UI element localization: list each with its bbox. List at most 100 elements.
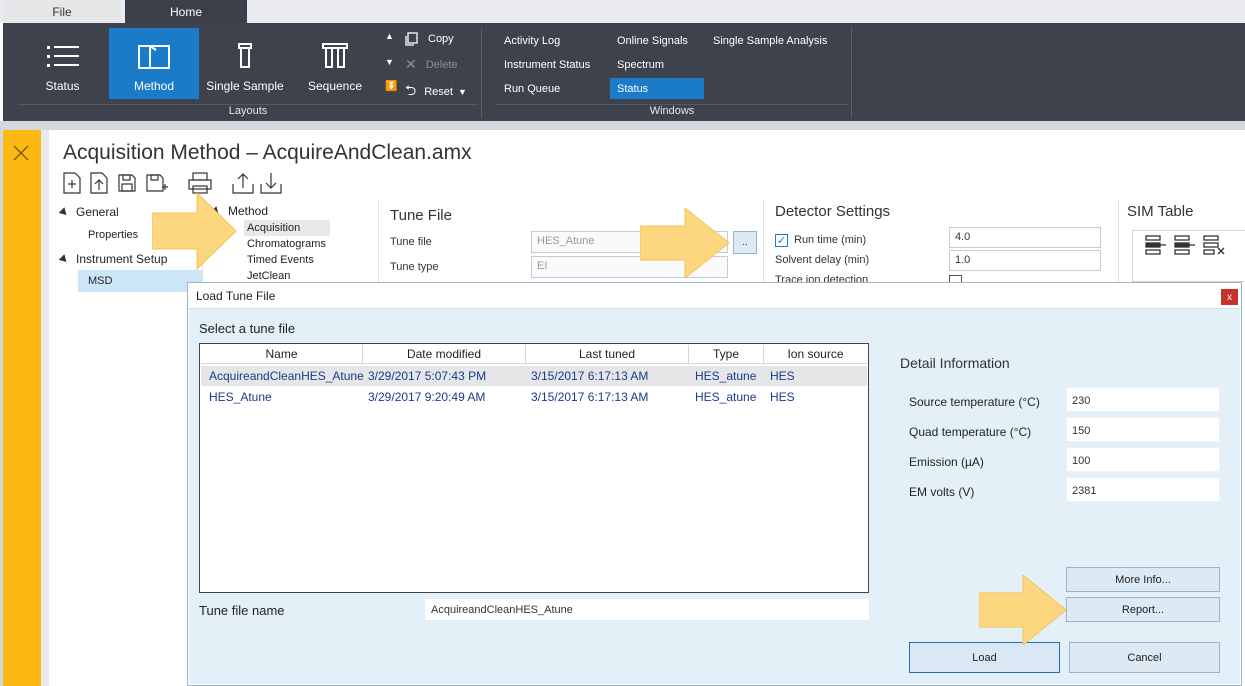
source-temperature-label: Source temperature (°C): [909, 395, 1040, 409]
window-run-queue[interactable]: Run Queue: [500, 78, 560, 99]
quad-temperature-label: Quad temperature (°C): [909, 425, 1032, 439]
reset-button[interactable]: ⮌ Reset ▼: [405, 80, 467, 104]
cancel-button[interactable]: Cancel: [1069, 642, 1220, 673]
tune-file-label: Tune file: [390, 236, 432, 248]
em-volts-label: EM volts (V): [909, 485, 975, 499]
method-jetclean[interactable]: JetClean: [247, 270, 290, 282]
group-label-layouts: Layouts: [18, 104, 478, 119]
save-as-icon[interactable]: [146, 172, 168, 192]
sim-table-heading: SIM Table: [1127, 203, 1194, 220]
expand-triangle-icon: [58, 207, 70, 218]
source-temperature-value: 230: [1066, 387, 1220, 412]
add-row-icon[interactable]: [1145, 235, 1167, 255]
detector-settings-heading: Detector Settings: [775, 203, 891, 220]
nav-properties[interactable]: Properties: [88, 229, 138, 241]
vial-icon: [238, 43, 252, 68]
copy-button[interactable]: Copy: [405, 32, 454, 46]
vial-rack-icon: [322, 43, 348, 68]
method-chromatograms[interactable]: Chromatograms: [247, 238, 326, 250]
tune-file-name-label: Tune file name: [199, 603, 285, 618]
delete-label: Delete: [425, 58, 458, 71]
window-single-sample-analysis[interactable]: Single Sample Analysis: [709, 30, 827, 51]
callout-arrow-icon: [640, 208, 730, 278]
layout-sequence-label: Sequence: [307, 79, 363, 93]
delete-x-icon: ✕: [405, 56, 417, 72]
sim-table-toolbar: [1132, 230, 1245, 282]
expand-triangle-icon: [58, 254, 70, 265]
column-header-date-modified[interactable]: Date modified: [363, 345, 526, 364]
cell-type: HES_atune: [695, 390, 757, 404]
layout-method-button[interactable]: Method: [109, 28, 199, 99]
dialog-titlebar: [188, 283, 1241, 309]
layout-method-label: Method: [133, 79, 175, 93]
import-icon[interactable]: [260, 172, 282, 194]
ribbon-expand-icon[interactable]: ⏬: [385, 81, 397, 92]
ribbon-scroll-down-icon[interactable]: ▼: [385, 57, 394, 67]
table-row[interactable]: AcquireandCleanHES_Atune 3/29/2017 5:07:…: [201, 366, 867, 386]
reset-label: Reset: [424, 86, 453, 98]
group-label-windows: Windows: [496, 104, 848, 119]
nav-msd[interactable]: MSD: [88, 275, 112, 287]
load-tune-file-dialog: Load Tune File x Select a tune file Name…: [187, 282, 1242, 686]
column-header-last-tuned[interactable]: Last tuned: [526, 345, 689, 364]
column-header-ion-source[interactable]: Ion source: [764, 345, 867, 364]
tune-file-name-field[interactable]: AcquireandCleanHES_Atune: [424, 598, 870, 621]
list-icon: [46, 46, 79, 67]
column-header-name[interactable]: Name: [201, 345, 363, 364]
ribbon: Status Method Single Sample Sequence ▲ ▼…: [3, 23, 1245, 121]
insert-row-icon[interactable]: [1174, 235, 1196, 255]
emission-value: 100: [1066, 447, 1220, 472]
run-time-checkbox[interactable]: ✓: [775, 234, 788, 247]
close-icon[interactable]: [12, 144, 30, 162]
run-time-field[interactable]: 4.0: [949, 227, 1101, 248]
run-time-label: Run time (min): [794, 234, 867, 246]
page-title: Acquisition Method – AcquireAndClean.amx: [63, 141, 472, 164]
nav-general[interactable]: General: [58, 205, 119, 219]
table-row[interactable]: HES_Atune 3/29/2017 9:20:49 AM 3/15/2017…: [201, 387, 867, 407]
detail-information-heading: Detail Information: [900, 355, 1010, 371]
ribbon-scroll-up-icon[interactable]: ▲: [385, 31, 394, 41]
ribbon-tab-bar: File Home: [0, 0, 1245, 23]
layout-single-sample-button[interactable]: Single Sample: [201, 28, 289, 99]
delete-row-icon[interactable]: [1203, 235, 1225, 255]
column-header-type[interactable]: Type: [689, 345, 764, 364]
dialog-title: Load Tune File: [196, 289, 276, 303]
tab-home[interactable]: Home: [125, 0, 247, 23]
delete-button[interactable]: ✕ Delete: [405, 56, 458, 73]
print-icon[interactable]: [188, 172, 212, 194]
panel-close-strip: [3, 130, 41, 686]
cell-name: AcquireandCleanHES_Atune: [209, 369, 364, 383]
trace-ion-detection-label: Trace ion detection: [775, 274, 869, 282]
tune-file-list[interactable]: Name Date modified Last tuned Type Ion s…: [199, 343, 869, 593]
new-file-icon[interactable]: [63, 172, 81, 194]
solvent-delay-field[interactable]: 1.0: [949, 250, 1101, 271]
export-icon[interactable]: [232, 172, 254, 194]
select-tune-file-prompt: Select a tune file: [199, 321, 296, 336]
layout-sequence-button[interactable]: Sequence: [295, 28, 375, 99]
layout-single-sample-label: Single Sample: [206, 79, 284, 93]
report-button[interactable]: Report...: [1066, 597, 1220, 622]
layout-status-button[interactable]: Status: [20, 28, 105, 99]
cell-ion-source: HES: [770, 390, 795, 404]
dialog-close-button[interactable]: x: [1221, 289, 1238, 305]
window-online-signals[interactable]: Online Signals: [613, 30, 688, 51]
window-spectrum[interactable]: Spectrum: [613, 54, 664, 75]
window-instrument-status[interactable]: Instrument Status: [500, 54, 590, 75]
open-file-icon[interactable]: [90, 172, 108, 194]
trace-ion-checkbox[interactable]: [949, 275, 962, 282]
save-icon[interactable]: [118, 172, 136, 192]
browse-tune-file-button[interactable]: ..: [733, 231, 757, 254]
callout-arrow-icon: [152, 193, 237, 270]
more-info-button[interactable]: More Info...: [1066, 567, 1220, 592]
cell-ion-source: HES: [770, 369, 795, 383]
tab-file[interactable]: File: [3, 0, 121, 23]
load-button[interactable]: Load: [909, 642, 1060, 673]
emission-label: Emission (µA): [909, 455, 984, 469]
ribbon-separator: [481, 28, 482, 118]
window-activity-log[interactable]: Activity Log: [500, 30, 560, 51]
cell-date-modified: 3/29/2017 5:07:43 PM: [368, 369, 487, 383]
window-status[interactable]: Status: [610, 78, 704, 99]
method-timed-events[interactable]: Timed Events: [247, 254, 314, 266]
undo-icon: ⮌: [405, 82, 417, 98]
method-acquisition[interactable]: Acquisition: [247, 222, 300, 234]
